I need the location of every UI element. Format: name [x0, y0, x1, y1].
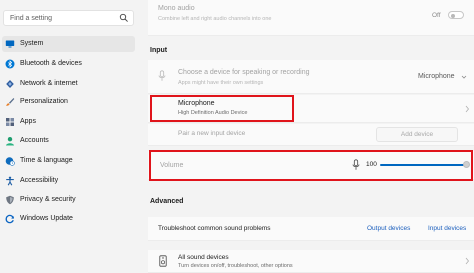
all-sound-devices-card[interactable]: All sound devices Turn devices on/off, t…	[148, 250, 474, 273]
troubleshoot-title: Troubleshoot common sound problems	[158, 225, 271, 232]
add-device-button[interactable]: Add device	[376, 127, 458, 142]
search-icon[interactable]	[119, 13, 129, 23]
sidebar-item-label: Network & internet	[20, 80, 78, 87]
clock-globe-icon	[5, 157, 15, 166]
sidebar-item-label: Personalization	[20, 98, 68, 105]
choose-device-title: Choose a device for speaking or recordin…	[178, 69, 310, 76]
brush-icon	[6, 98, 15, 106]
sidebar-item-windows-update[interactable]: Windows Update	[2, 211, 135, 227]
main-content: Mono audio Combine left and right audio …	[140, 0, 474, 273]
output-devices-link[interactable]: Output devices	[367, 225, 410, 232]
sidebar-item-label: Accounts	[20, 137, 49, 144]
sidebar-item-label: Time & language	[20, 157, 73, 164]
sidebar-item-privacy-security[interactable]: Privacy & security	[2, 192, 135, 208]
sidebar-item-accounts[interactable]: Accounts	[2, 133, 135, 149]
chevron-right-icon[interactable]	[464, 257, 470, 265]
sidebar-item-bluetooth[interactable]: Bluetooth & devices	[2, 56, 135, 72]
person-icon	[6, 137, 14, 146]
choose-input-device-card: Choose a device for speaking or recordin…	[148, 60, 474, 94]
speaker-device-icon	[159, 255, 167, 267]
mono-audio-title: Mono audio	[158, 5, 195, 12]
sidebar-item-label: Apps	[20, 118, 36, 125]
sidebar-item-label: Bluetooth & devices	[20, 60, 82, 67]
sidebar-item-label: Accessibility	[20, 177, 59, 184]
sidebar-item-personalization[interactable]: Personalization	[2, 94, 135, 110]
search-box[interactable]: Find a setting	[3, 10, 134, 26]
all-sound-devices-title: All sound devices	[178, 254, 229, 261]
all-sound-devices-subtitle: Turn devices on/off, troubleshoot, other…	[178, 263, 293, 269]
sidebar-item-apps[interactable]: Apps	[2, 114, 135, 130]
search-input[interactable]: Find a setting	[10, 15, 52, 22]
volume-card: Volume 100	[148, 151, 474, 180]
microphone-device-card[interactable]: Microphone High Definition Audio Device	[148, 95, 474, 123]
apps-icon	[6, 118, 14, 126]
bluetooth-icon	[5, 59, 15, 69]
pair-input-device-card: Pair a new input device Add device	[148, 124, 474, 146]
volume-slider-track[interactable]	[380, 164, 465, 166]
toggle-knob	[451, 13, 455, 18]
microphone-subtitle: High Definition Audio Device	[178, 110, 248, 116]
sidebar: Find a setting System Bluetooth & device…	[0, 0, 140, 273]
advanced-section-title: Advanced	[150, 198, 184, 205]
wifi-icon	[6, 80, 14, 88]
pair-device-title: Pair a new input device	[178, 130, 246, 137]
sidebar-item-time-language[interactable]: Time & language	[2, 153, 135, 169]
input-devices-link[interactable]: Input devices	[428, 225, 466, 232]
sidebar-item-label: Privacy & security	[20, 196, 76, 203]
microphone-title: Microphone	[178, 100, 215, 107]
choose-device-subtitle: Apps might have their own settings	[178, 80, 264, 86]
mono-audio-card: Mono audio Combine left and right audio …	[148, 0, 474, 36]
microphone-icon	[158, 70, 166, 81]
sidebar-item-network[interactable]: Network & internet	[2, 76, 135, 92]
input-device-dropdown[interactable]: Microphone	[418, 73, 455, 80]
chevron-down-icon[interactable]	[461, 74, 467, 80]
monitor-icon	[5, 40, 15, 48]
chevron-right-icon[interactable]	[464, 105, 470, 113]
shield-icon	[6, 195, 14, 205]
sidebar-item-label: Windows Update	[20, 215, 73, 222]
volume-slider-thumb[interactable]	[463, 161, 470, 168]
input-section-title: Input	[150, 47, 168, 54]
volume-label: Volume	[160, 162, 184, 169]
sidebar-item-label: System	[20, 40, 44, 47]
mono-audio-toggle[interactable]	[448, 11, 464, 19]
troubleshoot-card: Troubleshoot common sound problems Outpu…	[148, 217, 474, 241]
accessibility-icon	[6, 176, 14, 186]
sidebar-item-accessibility[interactable]: Accessibility	[2, 173, 135, 189]
microphone-icon[interactable]	[352, 159, 360, 171]
mono-audio-toggle-label: Off	[432, 12, 441, 19]
windows-update-icon	[5, 214, 14, 224]
mono-audio-subtitle: Combine left and right audio channels in…	[158, 16, 272, 22]
volume-value: 100	[366, 161, 377, 168]
sidebar-item-system[interactable]: System	[2, 36, 135, 52]
